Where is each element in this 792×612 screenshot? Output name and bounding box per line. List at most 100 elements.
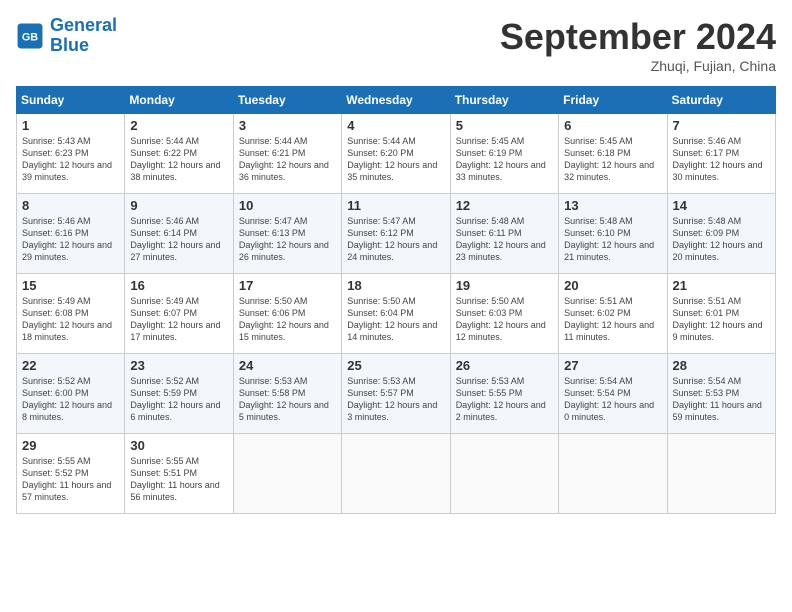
calendar-cell: 21 Sunrise: 5:51 AM Sunset: 6:01 PM Dayli… bbox=[667, 274, 775, 354]
calendar-week-row: 15Sunrise: 5:49 AM Sunset: 6:08 PM Dayli… bbox=[17, 274, 776, 354]
day-header-friday: Friday bbox=[559, 87, 667, 114]
calendar-cell: 14 Sunrise: 5:48 AM Sunset: 6:09 PM Dayli… bbox=[667, 194, 775, 274]
day-info: Sunrise: 5:51 AM Sunset: 6:01 PM Dayligh… bbox=[673, 295, 770, 344]
day-info: Sunrise: 5:49 AM Sunset: 6:07 PM Dayligh… bbox=[130, 295, 227, 344]
calendar-cell: 3 Sunrise: 5:44 AM Sunset: 6:21 PM Daylig… bbox=[233, 114, 341, 194]
calendar-cell: 6 Sunrise: 5:45 AM Sunset: 6:18 PM Daylig… bbox=[559, 114, 667, 194]
day-number: 13 bbox=[564, 198, 661, 213]
day-info: Sunrise: 5:54 AM Sunset: 5:53 PM Dayligh… bbox=[673, 375, 770, 424]
day-info: Sunrise: 5:48 AM Sunset: 6:09 PM Dayligh… bbox=[673, 215, 770, 264]
calendar-cell: 2 Sunrise: 5:44 AM Sunset: 6:22 PM Daylig… bbox=[125, 114, 233, 194]
day-number: 3 bbox=[239, 118, 336, 133]
calendar-cell: 19 Sunrise: 5:50 AM Sunset: 6:03 PM Dayli… bbox=[450, 274, 558, 354]
day-number: 24 bbox=[239, 358, 336, 373]
calendar-cell: 27Sunrise: 5:54 AM Sunset: 5:54 PM Dayli… bbox=[559, 354, 667, 434]
day-info: Sunrise: 5:52 AM Sunset: 6:00 PM Dayligh… bbox=[22, 375, 119, 424]
calendar-cell: 10 Sunrise: 5:47 AM Sunset: 6:13 PM Dayli… bbox=[233, 194, 341, 274]
day-info: Sunrise: 5:46 AM Sunset: 6:14 PM Dayligh… bbox=[130, 215, 227, 264]
calendar-cell bbox=[233, 434, 341, 514]
day-info: Sunrise: 5:54 AM Sunset: 5:54 PM Dayligh… bbox=[564, 375, 661, 424]
calendar-week-row: 1 Sunrise: 5:43 AM Sunset: 6:23 PM Daylig… bbox=[17, 114, 776, 194]
day-number: 29 bbox=[22, 438, 119, 453]
location-subtitle: Zhuqi, Fujian, China bbox=[500, 58, 776, 74]
calendar-week-row: 22 Sunrise: 5:52 AM Sunset: 6:00 PM Dayli… bbox=[17, 354, 776, 434]
calendar-cell bbox=[450, 434, 558, 514]
day-header-wednesday: Wednesday bbox=[342, 87, 450, 114]
page-header: GB General Blue September 2024 Zhuqi, Fu… bbox=[16, 16, 776, 74]
day-number: 16 bbox=[130, 278, 227, 293]
day-number: 22 bbox=[22, 358, 119, 373]
calendar-cell: 8Sunrise: 5:46 AM Sunset: 6:16 PM Daylig… bbox=[17, 194, 125, 274]
day-info: Sunrise: 5:45 AM Sunset: 6:18 PM Dayligh… bbox=[564, 135, 661, 184]
calendar-cell bbox=[667, 434, 775, 514]
day-header-sunday: Sunday bbox=[17, 87, 125, 114]
day-number: 4 bbox=[347, 118, 444, 133]
calendar-cell: 22 Sunrise: 5:52 AM Sunset: 6:00 PM Dayli… bbox=[17, 354, 125, 434]
calendar-cell: 13 Sunrise: 5:48 AM Sunset: 6:10 PM Dayli… bbox=[559, 194, 667, 274]
day-info: Sunrise: 5:44 AM Sunset: 6:22 PM Dayligh… bbox=[130, 135, 227, 184]
day-number: 14 bbox=[673, 198, 770, 213]
day-number: 1 bbox=[22, 118, 119, 133]
calendar-cell: 25 Sunrise: 5:53 AM Sunset: 5:57 PM Dayli… bbox=[342, 354, 450, 434]
day-number: 21 bbox=[673, 278, 770, 293]
day-number: 20 bbox=[564, 278, 661, 293]
day-info: Sunrise: 5:45 AM Sunset: 6:19 PM Dayligh… bbox=[456, 135, 553, 184]
day-info: Sunrise: 5:46 AM Sunset: 6:17 PM Dayligh… bbox=[673, 135, 770, 184]
day-header-thursday: Thursday bbox=[450, 87, 558, 114]
day-info: Sunrise: 5:53 AM Sunset: 5:58 PM Dayligh… bbox=[239, 375, 336, 424]
day-info: Sunrise: 5:50 AM Sunset: 6:03 PM Dayligh… bbox=[456, 295, 553, 344]
calendar-cell: 23 Sunrise: 5:52 AM Sunset: 5:59 PM Dayli… bbox=[125, 354, 233, 434]
calendar-cell: 18Sunrise: 5:50 AM Sunset: 6:04 PM Dayli… bbox=[342, 274, 450, 354]
calendar-cell bbox=[342, 434, 450, 514]
day-info: Sunrise: 5:51 AM Sunset: 6:02 PM Dayligh… bbox=[564, 295, 661, 344]
calendar-table: SundayMondayTuesdayWednesdayThursdayFrid… bbox=[16, 86, 776, 514]
day-number: 8 bbox=[22, 198, 119, 213]
day-number: 7 bbox=[673, 118, 770, 133]
day-info: Sunrise: 5:48 AM Sunset: 6:10 PM Dayligh… bbox=[564, 215, 661, 264]
day-number: 23 bbox=[130, 358, 227, 373]
month-title: September 2024 bbox=[500, 16, 776, 58]
day-info: Sunrise: 5:43 AM Sunset: 6:23 PM Dayligh… bbox=[22, 135, 119, 184]
calendar-cell: 24 Sunrise: 5:53 AM Sunset: 5:58 PM Dayli… bbox=[233, 354, 341, 434]
calendar-cell: 9 Sunrise: 5:46 AM Sunset: 6:14 PM Daylig… bbox=[125, 194, 233, 274]
day-number: 25 bbox=[347, 358, 444, 373]
day-number: 19 bbox=[456, 278, 553, 293]
day-info: Sunrise: 5:47 AM Sunset: 6:13 PM Dayligh… bbox=[239, 215, 336, 264]
day-info: Sunrise: 5:55 AM Sunset: 5:52 PM Dayligh… bbox=[22, 455, 119, 504]
day-info: Sunrise: 5:49 AM Sunset: 6:08 PM Dayligh… bbox=[22, 295, 119, 344]
day-number: 5 bbox=[456, 118, 553, 133]
day-number: 28 bbox=[673, 358, 770, 373]
logo-icon: GB bbox=[16, 22, 44, 50]
day-info: Sunrise: 5:52 AM Sunset: 5:59 PM Dayligh… bbox=[130, 375, 227, 424]
day-header-tuesday: Tuesday bbox=[233, 87, 341, 114]
calendar-cell: 11 Sunrise: 5:47 AM Sunset: 6:12 PM Dayli… bbox=[342, 194, 450, 274]
calendar-cell: 15Sunrise: 5:49 AM Sunset: 6:08 PM Dayli… bbox=[17, 274, 125, 354]
day-info: Sunrise: 5:48 AM Sunset: 6:11 PM Dayligh… bbox=[456, 215, 553, 264]
day-number: 12 bbox=[456, 198, 553, 213]
calendar-cell: 4 Sunrise: 5:44 AM Sunset: 6:20 PM Daylig… bbox=[342, 114, 450, 194]
day-number: 9 bbox=[130, 198, 227, 213]
calendar-cell: 7 Sunrise: 5:46 AM Sunset: 6:17 PM Daylig… bbox=[667, 114, 775, 194]
day-number: 10 bbox=[239, 198, 336, 213]
calendar-cell: 26Sunrise: 5:53 AM Sunset: 5:55 PM Dayli… bbox=[450, 354, 558, 434]
day-number: 2 bbox=[130, 118, 227, 133]
day-info: Sunrise: 5:44 AM Sunset: 6:20 PM Dayligh… bbox=[347, 135, 444, 184]
calendar-cell: 12 Sunrise: 5:48 AM Sunset: 6:11 PM Dayli… bbox=[450, 194, 558, 274]
day-info: Sunrise: 5:55 AM Sunset: 5:51 PM Dayligh… bbox=[130, 455, 227, 504]
day-number: 30 bbox=[130, 438, 227, 453]
day-number: 11 bbox=[347, 198, 444, 213]
day-header-monday: Monday bbox=[125, 87, 233, 114]
calendar-cell bbox=[559, 434, 667, 514]
day-info: Sunrise: 5:53 AM Sunset: 5:57 PM Dayligh… bbox=[347, 375, 444, 424]
calendar-week-row: 29 Sunrise: 5:55 AM Sunset: 5:52 PM Dayli… bbox=[17, 434, 776, 514]
calendar-cell: 20 Sunrise: 5:51 AM Sunset: 6:02 PM Dayli… bbox=[559, 274, 667, 354]
day-number: 17 bbox=[239, 278, 336, 293]
calendar-cell: 1 Sunrise: 5:43 AM Sunset: 6:23 PM Daylig… bbox=[17, 114, 125, 194]
day-info: Sunrise: 5:53 AM Sunset: 5:55 PM Dayligh… bbox=[456, 375, 553, 424]
calendar-header-row: SundayMondayTuesdayWednesdayThursdayFrid… bbox=[17, 87, 776, 114]
day-number: 6 bbox=[564, 118, 661, 133]
day-info: Sunrise: 5:47 AM Sunset: 6:12 PM Dayligh… bbox=[347, 215, 444, 264]
day-info: Sunrise: 5:44 AM Sunset: 6:21 PM Dayligh… bbox=[239, 135, 336, 184]
day-header-saturday: Saturday bbox=[667, 87, 775, 114]
day-info: Sunrise: 5:50 AM Sunset: 6:06 PM Dayligh… bbox=[239, 295, 336, 344]
